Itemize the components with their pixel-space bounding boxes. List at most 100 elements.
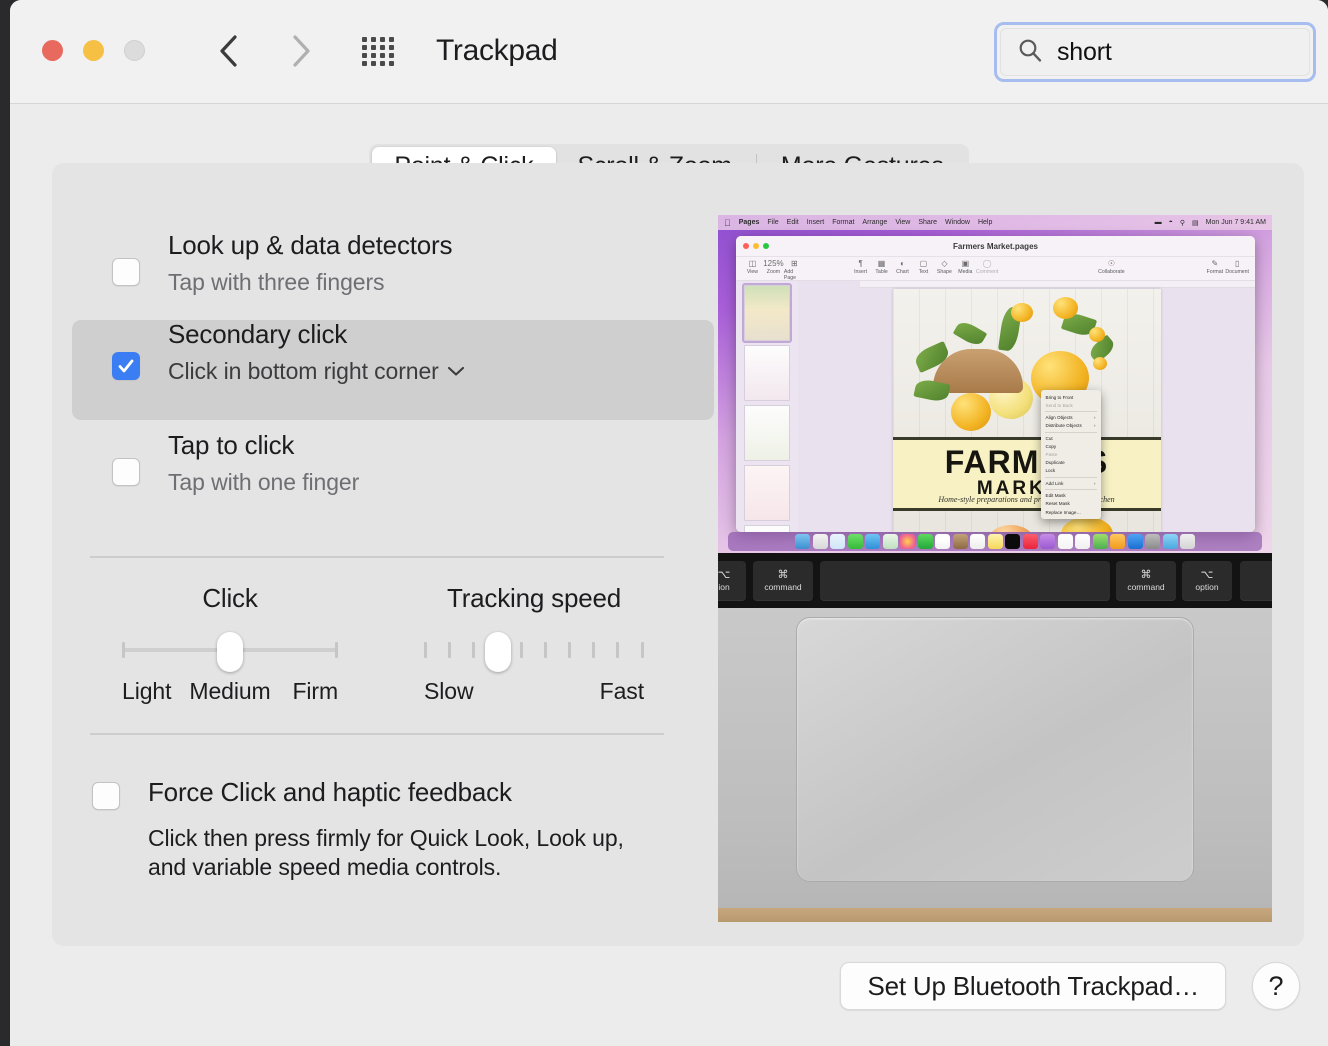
help-button[interactable]: ? [1252, 962, 1300, 1010]
option-dropdown-secondary-click[interactable]: Click in bottom right corner [168, 358, 465, 385]
context-menu-item[interactable]: Copy [1041, 442, 1101, 450]
slider-tracking-thumb[interactable] [485, 632, 511, 672]
context-menu-item[interactable]: Edit Mask [1041, 492, 1101, 500]
context-menu-item[interactable]: Bring to Front [1041, 393, 1101, 401]
desk-surface [718, 908, 1272, 922]
dock-icon-keynote [1075, 534, 1090, 549]
slider-tick [616, 642, 619, 658]
zoom-button[interactable] [124, 40, 145, 61]
force-click-title: Force Click and haptic feedback [148, 777, 512, 807]
context-menu-item[interactable]: Duplicate [1041, 459, 1101, 467]
preview-pages-toolbar: ◫ View 125% Zoom ⊞ Add Page ¶ Insert ▦ T… [736, 257, 1255, 281]
dock-icon-pages [1110, 534, 1125, 549]
dock-icon-contacts [952, 534, 968, 549]
slider-tick [448, 642, 451, 658]
context-menu[interactable]: Bring to Front Send to Back Align Object… [1040, 390, 1101, 520]
preview-tool-addpage: ⊞ Add Page [783, 259, 798, 281]
preview-menu-help: Help [971, 219, 992, 226]
preview-tool-table: ▦ Table [875, 259, 888, 275]
slider-label-fast: Fast [599, 678, 644, 704]
preview-document-title: Farmers Market.pages [953, 241, 1038, 251]
preview-menu-app: Pages [732, 219, 760, 226]
context-menu-item[interactable]: Distribute Objects › [1041, 422, 1101, 430]
dock-icon-messages [847, 534, 863, 549]
system-preferences-window: Trackpad ✕ Point & Click Scroll & Zoom M… [10, 0, 1328, 1046]
dock-icon-reminders [970, 534, 985, 549]
dock-icon-notes [987, 534, 1003, 549]
force-click-row[interactable]: Force Click and haptic feedback [92, 778, 672, 810]
preview-pages-body: FARMERS MARKET Home-style preparations a… [736, 281, 1255, 532]
checkbox-force-click[interactable] [92, 782, 120, 810]
preview-ruler [860, 281, 1255, 288]
trackpad-surface [796, 617, 1194, 882]
preview-clock: Mon Jun 7 9:41 AM [1205, 219, 1266, 226]
context-menu-item[interactable]: Lock [1041, 467, 1101, 475]
option-row-secondary-click[interactable]: Secondary click Click in bottom right co… [72, 320, 714, 420]
slider-tracking-labels: Slow Fast [424, 678, 644, 705]
wifi-icon: ◓ [1168, 219, 1173, 226]
option-row-tap-to-click[interactable]: Tap to click Tap with one finger [72, 431, 714, 519]
slider-tracking-title: Tracking speed [447, 583, 621, 613]
screen: Trackpad ✕ Point & Click Scroll & Zoom M… [0, 0, 1328, 1046]
search-field-focus-ring: ✕ [994, 22, 1328, 82]
option-title-look-up: Look up & data detectors [168, 230, 453, 260]
option-title-secondary-click: Secondary click [168, 319, 348, 349]
preview-tool-document: ▯ Document [1225, 259, 1249, 275]
key-spacebar [820, 561, 1110, 601]
dock-icon-downloads [1162, 534, 1178, 549]
context-menu-item[interactable]: Replace Image… [1041, 508, 1101, 516]
text-icon: ▢ [919, 259, 928, 268]
slider-click-labels: Light Medium Firm [122, 678, 338, 705]
preview-tool-format: ✎ Format [1206, 259, 1224, 275]
checkbox-look-up[interactable] [112, 258, 140, 286]
search-field[interactable]: ✕ [1000, 28, 1328, 76]
context-menu-item[interactable]: Align Objects › [1041, 414, 1101, 422]
traffic-lights [42, 40, 145, 61]
preview-desktop:  Pages File Edit Insert Format Arrange … [718, 215, 1272, 553]
preview-tool-text: ▢ Text [918, 259, 929, 275]
dock-icon-numbers [1092, 534, 1108, 549]
back-button[interactable] [206, 28, 252, 74]
preview-menu-share: Share [911, 219, 937, 226]
dock-icon-music [1022, 534, 1038, 549]
settings-left-column: Look up & data detectors Tap with three … [52, 163, 720, 946]
key-arrow [1240, 561, 1272, 601]
dock-icon-news [1057, 534, 1073, 549]
key-command-right: ⌘ command [1116, 561, 1176, 601]
context-menu-separator [1044, 476, 1097, 478]
close-button[interactable] [42, 40, 63, 61]
option-symbol-icon: ⌥ [718, 569, 731, 581]
preview-document-page: FARMERS MARKET Home-style preparations a… [892, 289, 1161, 532]
collaborate-icon: ☉ [1107, 259, 1115, 268]
page-thumbnail [744, 345, 790, 401]
forward-button[interactable] [278, 28, 324, 74]
option-subtitle-tap-to-click: Tap with one finger [168, 468, 360, 495]
context-menu-item[interactable]: Cut [1041, 434, 1101, 442]
search-input[interactable] [1057, 37, 1328, 67]
preview-menu-window: Window [938, 219, 970, 226]
context-menu-item[interactable]: Reset Mask [1041, 500, 1101, 508]
show-all-grid-icon[interactable] [362, 37, 406, 67]
media-icon: ▣ [961, 259, 970, 268]
setup-bluetooth-trackpad-button[interactable]: Set Up Bluetooth Trackpad… [840, 962, 1226, 1010]
checkbox-tap-to-click[interactable] [112, 458, 140, 486]
preview-dock [728, 532, 1262, 551]
chevron-left-icon [220, 35, 237, 67]
slider-click-thumb[interactable] [217, 632, 243, 672]
slider-tracking-track[interactable] [424, 632, 644, 672]
trackpad-demo-preview:  Pages File Edit Insert Format Arrange … [718, 215, 1272, 922]
context-menu-separator [1044, 410, 1097, 412]
option-text-look-up: Look up & data detectors Tap with three … [168, 231, 452, 296]
banner-title: FARMERS [944, 444, 1109, 480]
dock-icon-trash [1180, 534, 1195, 549]
context-menu-item[interactable]: Add Link › [1041, 479, 1101, 487]
slider-tick [424, 642, 427, 658]
submenu-arrow-icon: › [1094, 480, 1096, 486]
checkbox-secondary-click[interactable] [112, 352, 140, 380]
option-row-look-up[interactable]: Look up & data detectors Tap with three … [72, 231, 714, 319]
search-icon [1017, 37, 1043, 68]
preview-tool-collaborate: ☉ Collaborate [1098, 259, 1125, 275]
chevron-right-icon [293, 35, 310, 67]
slider-click-track[interactable] [122, 632, 338, 672]
minimize-button[interactable] [83, 40, 104, 61]
